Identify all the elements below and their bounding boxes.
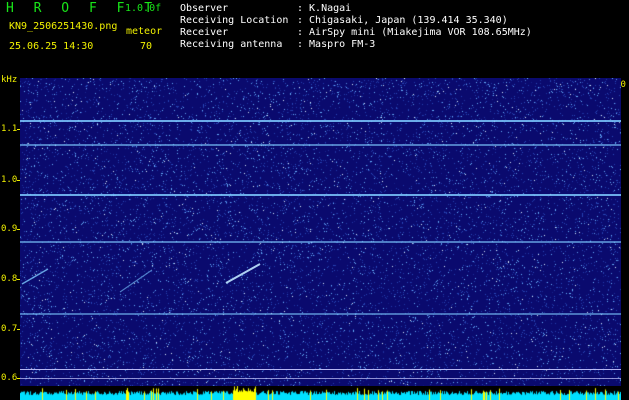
info-label-receiver: Receiver (180, 27, 229, 38)
info-value-antenna: : Maspro FM-3 (297, 39, 376, 50)
y-tick-label: 1.1 (1, 124, 18, 134)
mode-label: meteor (126, 26, 163, 37)
y-tick-label: 0.6 (1, 373, 18, 383)
info-value-receiver: : AirSpy mini (Miakejima VOR 108.65MHz) (297, 27, 532, 38)
version-label: 1.0.0f (125, 3, 162, 14)
meteor-echo-overlay (21, 263, 261, 293)
y-tick-label: 0.7 (1, 324, 18, 334)
info-label-location: Receiving Location (180, 15, 289, 26)
timestamp-label: 25.06.25 14:30 (9, 41, 94, 52)
y-tick-label: 1.0 (1, 175, 18, 185)
y-tick-label: 0.9 (1, 224, 18, 234)
spectrogram-panel (20, 78, 621, 400)
info-value-observer: : K.Nagai (297, 3, 352, 14)
filename-label: KN9_2506251430.png (9, 21, 118, 32)
y-tick-label: 0.8 (1, 274, 18, 284)
meteor-echo (225, 263, 261, 284)
power-bar (20, 386, 621, 400)
y-axis-unit: kHz (1, 75, 18, 85)
info-label-antenna: Receiving antenna (180, 39, 283, 50)
meteor-echo (119, 269, 153, 293)
info-value-location: : Chigasaki, Japan (139.414 35.340) (297, 15, 508, 26)
info-label-observer: Observer (180, 3, 229, 14)
threshold-label: 70 (140, 41, 153, 52)
meteor-echo (21, 268, 49, 285)
